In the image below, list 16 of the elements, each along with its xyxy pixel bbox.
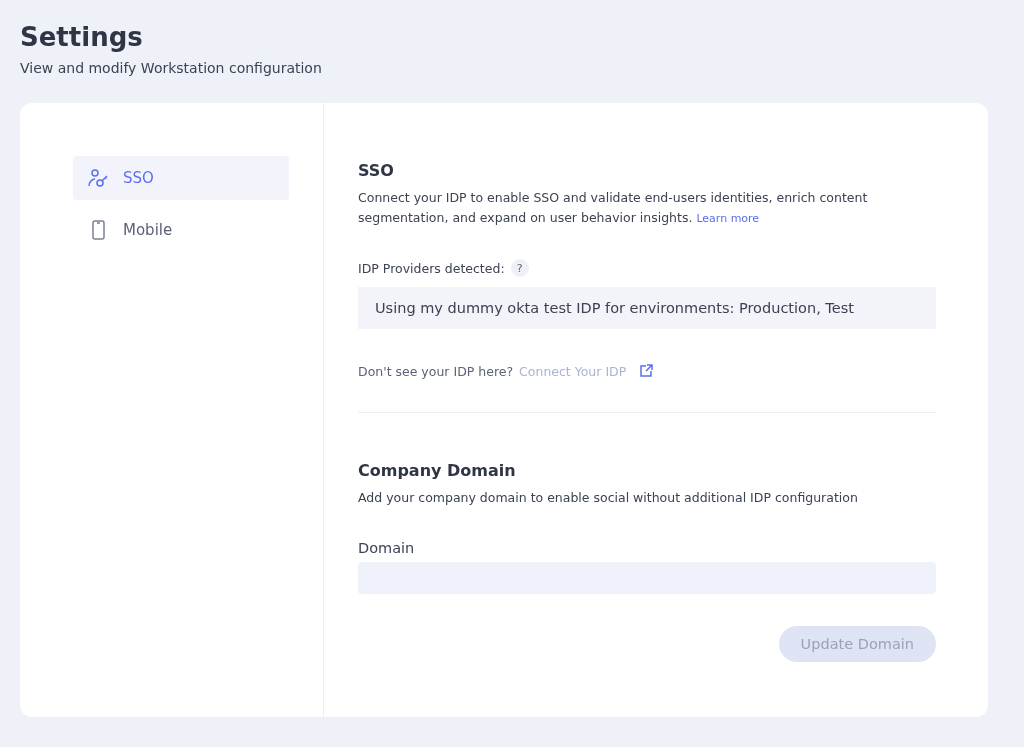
provider-info: Using my dummy okta test IDP for environments: Production, Test [358, 287, 936, 329]
page-title: Settings [20, 21, 144, 54]
section-title: SSO [358, 161, 395, 180]
learn-more-link[interactable]: Learn more [696, 212, 760, 225]
section-description: Add your company domain to enable social without additional IDP configuration [358, 489, 859, 507]
field-label: Domain [358, 540, 416, 556]
section-title: Company Domain [358, 461, 517, 480]
help-icon[interactable]: ? [510, 259, 529, 277]
sidebar-item[interactable]: Mobile [73, 208, 289, 252]
user-key-icon [87, 167, 109, 189]
section-description: Connect your IDP to enable SSO and validate end-users identities, enrich content segmentation, and expand on user behavior insights. Learn more [358, 189, 869, 227]
hint-text: Don't see your IDP here? [358, 363, 514, 379]
page-subtitle: View and modify Workstation configuration [20, 60, 323, 76]
sidebar-item[interactable]: SSO [73, 156, 289, 200]
field-label: IDP Providers detected: [358, 260, 505, 276]
external-link-icon[interactable] [638, 363, 655, 379]
